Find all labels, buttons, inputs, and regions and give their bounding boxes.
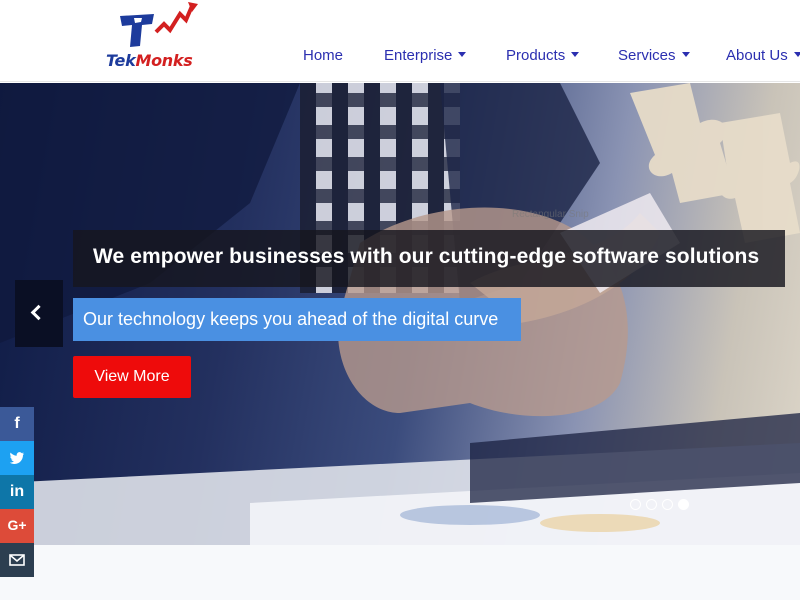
view-more-button[interactable]: View More <box>73 356 191 398</box>
caret-down-icon <box>681 52 690 57</box>
linkedin-icon: in <box>9 483 25 500</box>
google-plus-share-button[interactable]: G+ <box>0 509 34 543</box>
email-share-button[interactable] <box>0 543 34 577</box>
nav-about-us[interactable]: About Us <box>726 47 800 64</box>
headline-banner: We empower businesses with our cutting-e… <box>73 230 785 287</box>
hero-slider: Rectangular Snip We empower businesses w… <box>0 83 800 545</box>
nav-services[interactable]: Services <box>618 47 690 64</box>
slider-prev-button[interactable] <box>15 280 63 347</box>
linkedin-share-button[interactable]: in <box>0 475 34 509</box>
facebook-share-button[interactable]: f <box>0 407 34 441</box>
caret-down-icon <box>458 52 467 57</box>
nav-home[interactable]: Home <box>303 47 343 64</box>
slider-dot-1[interactable] <box>630 499 641 510</box>
caret-down-icon <box>571 52 580 57</box>
view-more-label: View More <box>94 368 170 385</box>
slider-dot-2[interactable] <box>646 499 657 510</box>
chevron-left-icon <box>30 304 47 321</box>
nav-enterprise[interactable]: Enterprise <box>384 47 467 64</box>
nav-products-label: Products <box>506 47 566 64</box>
nav-enterprise-label: Enterprise <box>384 47 453 64</box>
hero-subheadline: Our technology keeps you ahead of the di… <box>83 309 499 329</box>
nav-services-label: Services <box>618 47 676 64</box>
hero-headline: We empower businesses with our cutting-e… <box>93 245 760 268</box>
slider-dot-4[interactable] <box>678 499 689 510</box>
main-nav: Home Enterprise Products Services About … <box>0 47 800 67</box>
content-section-top <box>0 545 800 600</box>
facebook-icon: f <box>14 415 20 432</box>
google-plus-icon: G+ <box>7 517 27 533</box>
twitter-share-button[interactable] <box>0 441 34 475</box>
nav-about-us-label: About Us <box>726 47 788 64</box>
slider-pagination <box>630 499 700 511</box>
ghost-overlay-text: Rectangular Snip <box>512 209 589 220</box>
site-header: TekMonks Home Enterprise Products Servic… <box>0 0 800 82</box>
nav-home-label: Home <box>303 47 344 64</box>
twitter-icon <box>9 452 24 464</box>
nav-products[interactable]: Products <box>506 47 580 64</box>
caret-down-icon <box>793 52 800 57</box>
envelope-icon <box>9 554 25 566</box>
subheadline-banner: Our technology keeps you ahead of the di… <box>73 298 521 341</box>
slider-dot-3[interactable] <box>662 499 673 510</box>
